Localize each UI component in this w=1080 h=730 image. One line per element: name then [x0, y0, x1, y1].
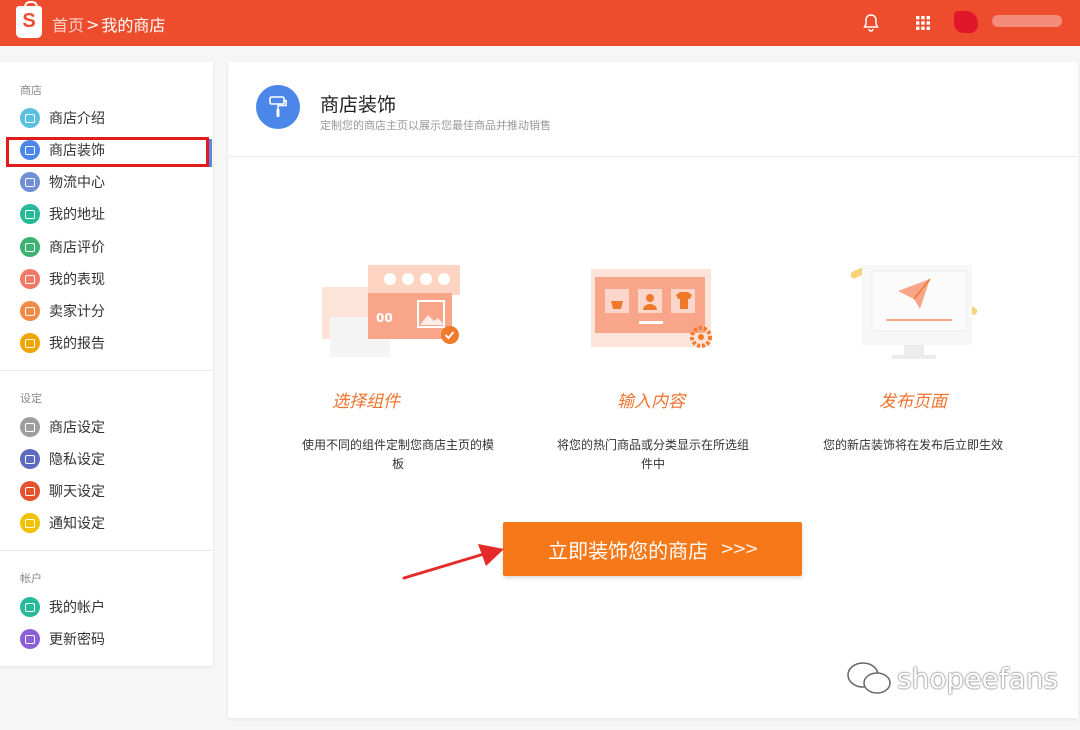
step-description-input-content: 将您的热门商品或分类显示在所选组件中 — [556, 438, 749, 471]
sidebar-item-update-password[interactable]: 更新密码 — [20, 627, 105, 651]
sidebar-item-label: 我的帐户 — [49, 600, 105, 616]
sidebar-item-my-account[interactable]: 我的帐户 — [20, 595, 105, 619]
select-components-illustration: 00 — [310, 257, 480, 371]
decorate-shop-button[interactable]: 立即装饰您的商店 >>> — [503, 522, 802, 576]
sidebar-item-label: 我的表现 — [49, 272, 105, 288]
sidebar-item-label: 商店设定 — [49, 420, 105, 436]
star-icon — [20, 237, 40, 257]
sidebar-item-privacy-settings[interactable]: 隐私设定 — [20, 447, 105, 471]
bolt-icon — [20, 301, 40, 321]
sidebar-item-label: 更新密码 — [49, 632, 105, 648]
main-card: 商店装饰 定制您的商店主页以展示您最佳商品并推动销售 00 选择组件 输入内容 … — [228, 62, 1078, 718]
sidebar-item-label: 商店介绍 — [49, 111, 105, 127]
sidebar-item-label: 我的地址 — [49, 207, 105, 223]
sidebar-item-label: 商店评价 — [49, 240, 105, 256]
grid-icon[interactable] — [913, 13, 933, 33]
breadcrumb-home-link[interactable]: 首页 — [52, 12, 84, 36]
sidebar-item-shop-rating[interactable]: 商店评价 — [20, 235, 105, 259]
highlight-box — [6, 137, 209, 167]
sidebar-item-label: 卖家计分 — [49, 304, 105, 320]
notification-icon — [20, 513, 40, 533]
username-redacted[interactable] — [992, 15, 1062, 27]
key-icon — [20, 629, 40, 649]
page-title: 商店装饰 — [320, 94, 397, 116]
chart-icon — [20, 269, 40, 289]
sidebar-item-address[interactable]: 我的地址 — [20, 202, 105, 226]
shopee-logo-icon[interactable]: S — [16, 1, 42, 38]
avatar[interactable] — [954, 11, 978, 33]
gear-icon — [20, 417, 40, 437]
illustration-counter-text: 00 — [376, 311, 393, 325]
sidebar-item-shop-settings[interactable]: 商店设定 — [20, 415, 105, 439]
sidebar-divider — [0, 550, 213, 551]
sidebar-item-performance[interactable]: 我的表现 — [20, 267, 105, 291]
header-divider — [228, 156, 1078, 157]
publish-page-illustration — [840, 257, 990, 371]
sidebar-item-chat-settings[interactable]: 聊天设定 — [20, 479, 105, 503]
step-title-publish-page: 发布页面 — [879, 392, 947, 412]
report-icon — [20, 333, 40, 353]
sidebar-item-label: 通知设定 — [49, 516, 105, 532]
location-icon — [20, 204, 40, 224]
sidebar-group-label-settings: 设定 — [20, 392, 42, 405]
annotation-arrow-icon — [400, 540, 508, 586]
breadcrumb: 首页 > 我的商店 — [52, 12, 165, 36]
sidebar-item-shop-intro[interactable]: 商店介绍 — [20, 106, 105, 130]
bell-icon[interactable] — [861, 13, 881, 33]
step-title-select-components: 选择组件 — [332, 392, 400, 412]
breadcrumb-current: 我的商店 — [101, 16, 166, 35]
sidebar-group-label-shop: 商店 — [20, 84, 42, 97]
sidebar-active-indicator — [209, 139, 212, 167]
sidebar-item-label: 物流中心 — [49, 175, 105, 191]
sidebar-divider — [0, 370, 213, 371]
sidebar-item-notification-settings[interactable]: 通知设定 — [20, 511, 105, 535]
sidebar-item-reports[interactable]: 我的报告 — [20, 331, 105, 355]
decorate-shop-button-label: 立即装饰您的商店 — [548, 538, 709, 563]
sidebar-item-label: 聊天设定 — [49, 484, 105, 500]
wechat-icon — [847, 662, 891, 694]
page-subtitle: 定制您的商店主页以展示您最佳商品并推动销售 — [320, 119, 551, 132]
chat-icon — [20, 481, 40, 501]
sidebar-item-logistics[interactable]: 物流中心 — [20, 170, 105, 194]
sidebar-item-label: 隐私设定 — [49, 452, 105, 468]
id-card-icon — [20, 597, 40, 617]
top-bar: S 首页 > 我的商店 — [0, 0, 1080, 46]
chevrons-right-icon: >>> — [720, 539, 759, 559]
step-title-input-content: 输入内容 — [617, 392, 685, 412]
step-description-publish-page: 您的新店装饰将在发布后立即生效 — [822, 438, 1003, 452]
sidebar-item-label: 我的报告 — [49, 336, 105, 352]
sidebar-item-seller-score[interactable]: 卖家计分 — [20, 299, 105, 323]
watermark-text: shopeefans — [897, 661, 1059, 695]
lock-icon — [20, 449, 40, 469]
truck-icon — [20, 172, 40, 192]
mail-icon — [20, 108, 40, 128]
sidebar-group-label-account: 帐户 — [20, 572, 42, 585]
watermark: shopeefans — [845, 660, 1058, 696]
breadcrumb-separator: > — [86, 14, 100, 34]
input-content-illustration — [575, 257, 735, 371]
brush-icon — [256, 85, 300, 129]
step-description-select-components: 使用不同的组件定制您商店主页的模板 — [301, 438, 494, 471]
